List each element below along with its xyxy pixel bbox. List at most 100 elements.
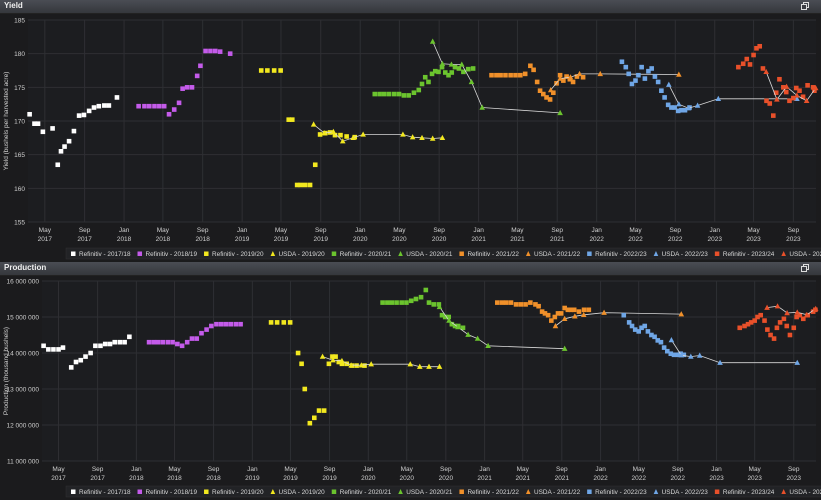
x-tick-label: Jan	[595, 466, 606, 473]
x-tick-label: 2017	[51, 475, 66, 482]
data-point-square	[513, 72, 518, 78]
data-point-square	[426, 79, 431, 85]
x-tick-label: 2021	[515, 475, 530, 482]
data-point-square	[411, 90, 417, 96]
data-point-square	[626, 71, 632, 77]
x-tick-label: Jan	[131, 466, 142, 473]
data-point-square	[528, 63, 533, 69]
production-panel-header: Production	[0, 262, 821, 276]
data-point-square	[767, 101, 773, 106]
data-point-square	[416, 87, 422, 93]
data-point-square	[377, 91, 382, 97]
legend-item: Refinitiv - 2023/24	[714, 251, 775, 258]
x-tick-label: Sep	[92, 466, 104, 473]
legend-item: Refinitiv - 2017/18	[71, 489, 131, 496]
data-point-square	[805, 83, 810, 88]
data-point-square	[268, 320, 274, 325]
x-tick-label: May	[52, 466, 65, 473]
data-point-square	[499, 300, 505, 305]
data-point-square	[136, 103, 141, 109]
data-point-square	[386, 91, 392, 97]
restore-window-icon[interactable]	[801, 2, 809, 10]
x-tick-label: 2018	[117, 236, 132, 243]
data-point-square	[198, 63, 203, 69]
data-point-square	[489, 72, 494, 78]
data-point-square	[289, 117, 295, 122]
x-tick-label: 2019	[322, 475, 337, 482]
restore-window-icon[interactable]	[801, 264, 809, 272]
data-point-square	[60, 345, 66, 350]
legend-square-marker	[331, 251, 337, 256]
data-point-square	[783, 89, 789, 95]
x-tick-label: May	[168, 466, 181, 473]
data-point-square	[155, 339, 161, 345]
x-tick-label: Jan	[355, 227, 366, 234]
data-point-square	[372, 91, 378, 97]
data-point-square	[419, 81, 425, 87]
data-point-square	[338, 132, 343, 138]
x-tick-label: May	[275, 227, 288, 234]
legend-label: USDA - 2020/21	[406, 251, 453, 258]
data-point-square	[436, 69, 441, 75]
x-tick-label: Sep	[433, 227, 445, 234]
x-tick-label: Sep	[788, 466, 800, 473]
y-tick-label: 185	[14, 18, 25, 25]
data-point-square	[51, 347, 56, 352]
legend-item: USDA - 2021/22	[525, 489, 581, 496]
legend-label: USDA - 2022/23	[662, 251, 709, 258]
data-point-square	[274, 320, 280, 325]
legend-label: Refinitiv - 2017/18	[79, 489, 131, 496]
legend-square-marker	[459, 251, 464, 256]
legend-label: Refinitiv - 2023/24	[723, 251, 775, 258]
data-point-square	[281, 320, 287, 325]
x-tick-label: Jan	[711, 466, 722, 473]
data-point-square	[465, 66, 471, 72]
data-point-square	[27, 111, 32, 117]
data-point-square	[194, 336, 200, 341]
production-chart: 11 000 000 12 000 000 13 000 000 14 000 000…	[3, 279, 821, 498]
legend-item: USDA - 2020/21	[398, 489, 453, 496]
data-point-square	[495, 300, 500, 305]
legend-item: USDA - 2019/20	[270, 489, 325, 496]
legend-label: Refinitiv - 2021/22	[467, 489, 519, 496]
x-tick-label: 2020	[361, 475, 376, 482]
data-point-square	[102, 103, 107, 108]
legend-item: Refinitiv - 2017/18	[71, 251, 131, 258]
data-point-square	[576, 309, 582, 314]
x-tick-label: May	[401, 466, 414, 473]
data-point-square	[299, 361, 304, 367]
data-point-square	[157, 103, 162, 109]
legend-square-marker	[714, 489, 720, 494]
data-point-square	[498, 72, 503, 78]
data-point-square	[212, 48, 218, 54]
x-tick-label: 2017	[77, 236, 92, 243]
data-point-square	[771, 113, 776, 118]
legend-square-marker	[71, 251, 76, 256]
legend-item: Refinitiv - 2018/19	[137, 251, 197, 258]
data-point-square	[102, 341, 108, 347]
data-point-square	[774, 325, 780, 331]
data-point-square	[431, 302, 437, 307]
y-tick-label: 165	[14, 152, 25, 159]
x-tick-label: 2020	[432, 236, 447, 243]
legend-item: Refinitiv - 2018/19	[137, 489, 197, 496]
data-point-square	[40, 129, 46, 135]
x-tick-label: 2023	[708, 236, 723, 243]
x-tick-label: May	[629, 227, 642, 234]
legend-item: Refinitiv - 2020/21	[331, 489, 392, 496]
data-point-square	[62, 144, 67, 149]
data-point-square	[176, 100, 182, 106]
data-point-square	[470, 66, 476, 71]
x-tick-label: 2022	[628, 236, 643, 243]
legend-label: Refinitiv - 2017/18	[79, 251, 131, 258]
x-tick-label: Sep	[79, 227, 91, 234]
data-point-square	[71, 128, 77, 134]
data-point-square	[146, 339, 152, 345]
data-point-square	[523, 302, 528, 307]
legend-label: Refinitiv - 2021/22	[467, 251, 519, 258]
data-point-square	[623, 64, 629, 70]
data-point-square	[394, 300, 399, 305]
x-tick-label: 2022	[589, 236, 604, 243]
data-point-square	[106, 103, 112, 108]
legend-square-marker	[204, 251, 209, 256]
